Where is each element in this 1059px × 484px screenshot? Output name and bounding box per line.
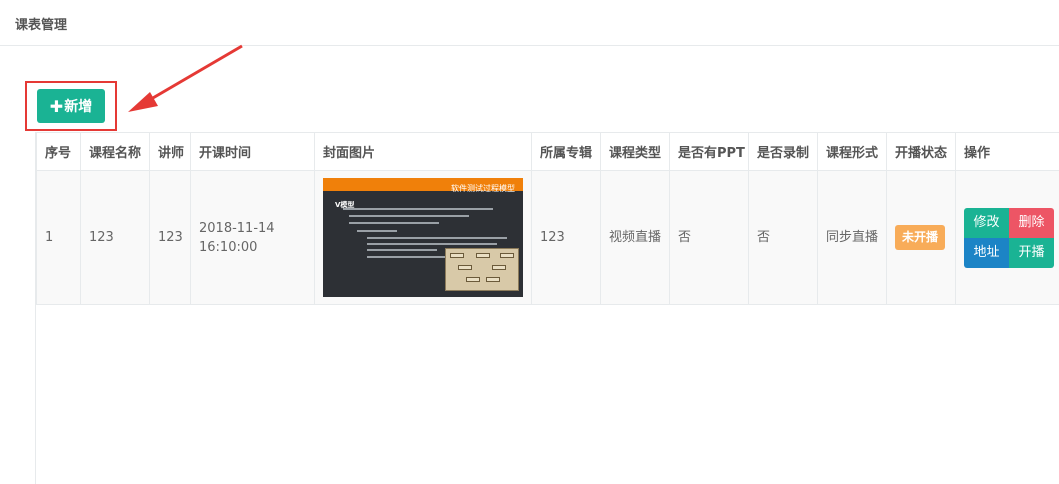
action-buttons: 修改 删除 地址 开播 xyxy=(964,207,1059,268)
col-header-album[interactable]: 所属专辑 xyxy=(531,132,601,171)
start-date: 2018-11-14 xyxy=(199,220,275,236)
table-row: 1 123 123 2018-11-14 16:10:00 软件测试过程模型 V… xyxy=(36,170,1059,305)
cell-start-time: 2018-11-14 16:10:00 xyxy=(190,170,315,305)
thumbnail-text-line xyxy=(349,222,439,224)
thumbnail-diagram-node xyxy=(500,253,514,258)
cell-cover: 软件测试过程模型 V模型 xyxy=(314,170,532,305)
col-header-format[interactable]: 课程形式 xyxy=(817,132,887,171)
thumbnail-text-line xyxy=(357,230,397,232)
thumbnail-title: 软件测试过程模型 xyxy=(451,184,515,193)
course-table-wrapper: 序号 课程名称 讲师 开课时间 封面图片 所属专辑 课程类型 是否有PPT 是否… xyxy=(35,132,1059,484)
thumbnail-diagram-node xyxy=(466,277,480,282)
table-header-row: 序号 课程名称 讲师 开课时间 封面图片 所属专辑 课程类型 是否有PPT 是否… xyxy=(36,132,1059,171)
thumbnail-title-bar: 软件测试过程模型 xyxy=(323,178,523,193)
thumbnail-diagram-node xyxy=(492,265,506,270)
page-title: 课表管理 xyxy=(15,18,68,33)
col-header-actions: 操作 xyxy=(955,132,1059,171)
thumbnail-text-line xyxy=(343,208,493,210)
page-header: 课表管理 xyxy=(0,0,1059,46)
col-header-recorded[interactable]: 是否录制 xyxy=(748,132,818,171)
thumbnail-diagram-node xyxy=(458,265,472,270)
cell-format: 同步直播 xyxy=(817,170,887,305)
col-header-start-time[interactable]: 开课时间 xyxy=(190,132,315,171)
cell-actions: 修改 删除 地址 开播 xyxy=(955,170,1059,305)
thumbnail-text-line xyxy=(349,215,469,217)
cell-status: 未开播 xyxy=(886,170,956,305)
plus-icon: ✚ xyxy=(49,96,64,116)
start-time: 16:10:00 xyxy=(199,239,258,255)
thumbnail-diagram-node xyxy=(450,253,464,258)
thumbnail-text-line xyxy=(367,249,437,251)
col-header-has-ppt[interactable]: 是否有PPT xyxy=(669,132,749,171)
thumbnail-heading: V模型 xyxy=(335,201,355,209)
col-header-index[interactable]: 序号 xyxy=(36,132,81,171)
add-button-label: 新增 xyxy=(64,99,93,115)
cell-teacher: 123 xyxy=(149,170,191,305)
status-badge: 未开播 xyxy=(895,225,946,250)
cell-name: 123 xyxy=(80,170,150,305)
course-table: 序号 课程名称 讲师 开课时间 封面图片 所属专辑 课程类型 是否有PPT 是否… xyxy=(36,132,1059,305)
thumbnail-diagram-node xyxy=(486,277,500,282)
cell-has-ppt: 否 xyxy=(669,170,749,305)
col-header-status[interactable]: 开播状态 xyxy=(886,132,956,171)
address-button[interactable]: 地址 xyxy=(964,237,1009,268)
thumbnail-diagram-node xyxy=(476,253,490,258)
cell-index: 1 xyxy=(36,170,81,305)
thumbnail-text-line xyxy=(367,243,497,245)
col-header-cover[interactable]: 封面图片 xyxy=(314,132,532,171)
col-header-teacher[interactable]: 讲师 xyxy=(149,132,191,171)
col-header-name[interactable]: 课程名称 xyxy=(80,132,150,171)
annotation-highlight-box: ✚ 新增 xyxy=(25,81,117,131)
delete-button[interactable]: 删除 xyxy=(1009,207,1054,238)
cover-thumbnail[interactable]: 软件测试过程模型 V模型 xyxy=(323,178,523,297)
cell-album: 123 xyxy=(531,170,601,305)
thumbnail-text-line xyxy=(367,237,507,239)
col-header-type[interactable]: 课程类型 xyxy=(600,132,670,171)
start-broadcast-button[interactable]: 开播 xyxy=(1009,237,1054,268)
edit-button[interactable]: 修改 xyxy=(964,207,1009,238)
cell-recorded: 否 xyxy=(748,170,818,305)
thumbnail-diagram xyxy=(445,248,519,291)
cell-type: 视频直播 xyxy=(600,170,670,305)
add-button[interactable]: ✚ 新增 xyxy=(37,89,105,123)
